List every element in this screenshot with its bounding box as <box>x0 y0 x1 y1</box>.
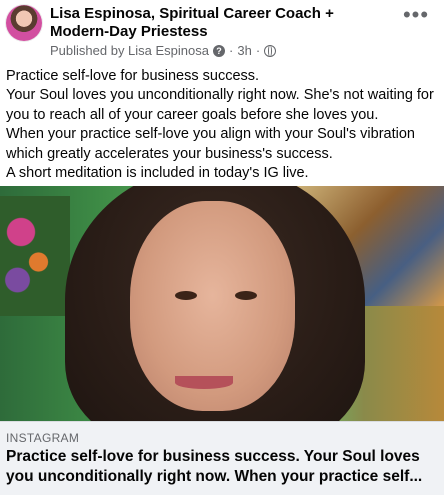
more-options-button[interactable]: ••• <box>398 4 434 34</box>
portrait-eye-right <box>235 291 257 300</box>
post-text-line: Your Soul loves you unconditionally righ… <box>6 87 434 123</box>
portrait-mouth <box>175 376 233 389</box>
post-image[interactable] <box>0 186 444 421</box>
help-icon[interactable]: ? <box>213 44 225 57</box>
meta-separator-2: · <box>255 43 261 58</box>
link-preview[interactable]: INSTAGRAM Practice self-love for busines… <box>0 421 444 495</box>
author-name[interactable]: Lisa Espinosa, Spiritual Career Coach + … <box>50 5 390 41</box>
post-text: Practice self-love for business success.… <box>6 67 438 183</box>
post-text-line: When your practice self-love you align w… <box>6 126 415 162</box>
post-text-line: A short meditation is included in today'… <box>6 165 309 182</box>
post-text-line: Practice self-love for business success. <box>6 68 260 84</box>
post-header: Lisa Espinosa, Spiritual Career Coach + … <box>0 0 444 62</box>
background-flowers <box>0 196 70 316</box>
post-time[interactable]: 3h <box>237 43 251 58</box>
more-options-icon: ••• <box>402 2 430 27</box>
post-meta: Published by Lisa Espinosa ? · 3h · <box>50 43 277 58</box>
link-title[interactable]: Practice self-love for business success.… <box>6 447 438 486</box>
author-avatar[interactable] <box>6 5 42 41</box>
portrait-eye-left <box>175 291 197 300</box>
published-by: Published by Lisa Espinosa <box>50 43 209 58</box>
link-source: INSTAGRAM <box>6 431 80 445</box>
meta-separator: · <box>229 43 234 58</box>
globe-icon[interactable] <box>264 44 277 57</box>
